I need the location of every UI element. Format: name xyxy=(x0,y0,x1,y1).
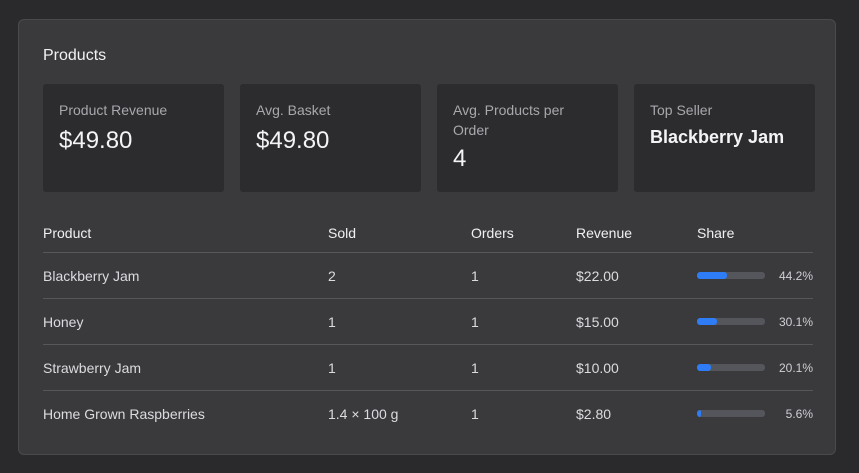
table-row[interactable]: Blackberry Jam 2 1 $22.00 44.2% xyxy=(43,253,813,299)
card-label: Top Seller xyxy=(650,102,713,118)
panel-title: Products xyxy=(43,47,107,64)
card-value: $49.80 xyxy=(256,127,330,154)
product-name: Honey xyxy=(43,313,84,330)
orders-value: 1 xyxy=(471,359,479,376)
column-header-revenue[interactable]: Revenue xyxy=(576,223,697,241)
revenue-value: $15.00 xyxy=(576,313,619,330)
column-header-product[interactable]: Product xyxy=(43,223,328,241)
share-bar-fill xyxy=(697,410,701,417)
sold-value: 1.4 × 100 g xyxy=(328,405,399,422)
table-row[interactable]: Home Grown Raspberries 1.4 × 100 g 1 $2.… xyxy=(43,391,813,436)
share-bar xyxy=(697,318,765,325)
share-cell: 44.2% xyxy=(697,269,813,283)
share-bar xyxy=(697,364,765,371)
share-bar-fill xyxy=(697,272,728,279)
orders-value: 1 xyxy=(471,267,479,284)
avg-products-per-order-card: Avg. Products per Order 4 xyxy=(437,84,618,192)
table-row[interactable]: Honey 1 1 $15.00 30.1% xyxy=(43,299,813,345)
table-header-row: Product Sold Orders Revenue Share xyxy=(43,212,813,253)
top-seller-card: Top Seller Blackberry Jam xyxy=(634,84,815,192)
avg-basket-card: Avg. Basket $49.80 xyxy=(240,84,421,192)
card-label: Avg. Basket xyxy=(256,102,331,118)
card-label: Avg. Products per Order xyxy=(453,102,565,138)
card-value: $49.80 xyxy=(59,127,133,154)
column-header-sold[interactable]: Sold xyxy=(328,223,471,241)
revenue-value: $22.00 xyxy=(576,267,619,284)
column-header-orders[interactable]: Orders xyxy=(471,223,576,241)
share-percent: 5.6% xyxy=(785,406,813,421)
card-value: 4 xyxy=(453,145,467,172)
card-label: Product Revenue xyxy=(59,102,168,118)
share-bar-fill xyxy=(697,364,711,371)
orders-value: 1 xyxy=(471,313,479,330)
share-bar xyxy=(697,272,765,279)
product-revenue-card: Product Revenue $49.80 xyxy=(43,84,224,192)
summary-cards: Product Revenue $49.80 Avg. Basket $49.8… xyxy=(43,84,815,192)
product-name: Blackberry Jam xyxy=(43,267,140,284)
share-percent: 44.2% xyxy=(778,268,813,283)
product-name: Strawberry Jam xyxy=(43,359,142,376)
sold-value: 1 xyxy=(328,359,336,376)
share-cell: 30.1% xyxy=(697,315,813,329)
products-table: Product Sold Orders Revenue Share Blackb… xyxy=(43,212,813,436)
orders-value: 1 xyxy=(471,405,479,422)
share-bar xyxy=(697,410,765,417)
revenue-value: $10.00 xyxy=(576,359,619,376)
column-header-share[interactable]: Share xyxy=(697,223,813,241)
share-bar-fill xyxy=(697,318,718,325)
product-name: Home Grown Raspberries xyxy=(43,405,205,422)
share-cell: 5.6% xyxy=(697,407,813,421)
products-panel: Products Product Revenue $49.80 Avg. Bas… xyxy=(18,19,836,455)
table-row[interactable]: Strawberry Jam 1 1 $10.00 20.1% xyxy=(43,345,813,391)
sold-value: 1 xyxy=(328,313,336,330)
revenue-value: $2.80 xyxy=(576,405,612,422)
sold-value: 2 xyxy=(328,267,336,284)
card-value: Blackberry Jam xyxy=(650,127,785,147)
share-percent: 30.1% xyxy=(778,314,813,329)
share-percent: 20.1% xyxy=(778,360,813,375)
share-cell: 20.1% xyxy=(697,361,813,375)
